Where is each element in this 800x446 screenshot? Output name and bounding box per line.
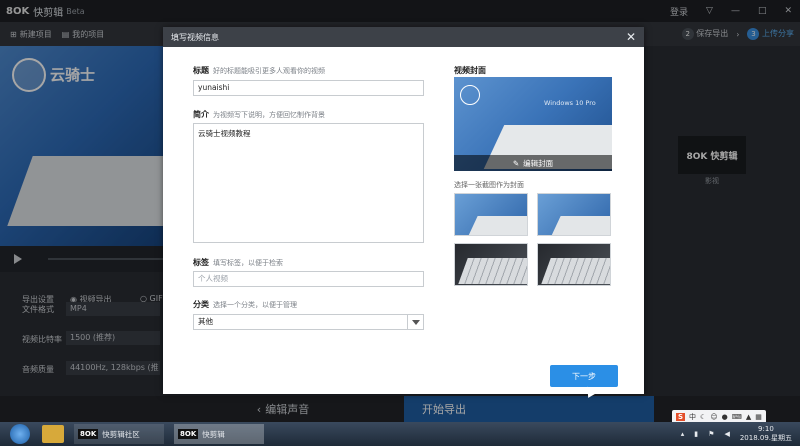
- cover-option-3[interactable]: [454, 243, 528, 286]
- taskbar-item-app[interactable]: 8OK 快剪辑: [174, 424, 264, 444]
- title-hint: 好的标题能吸引更多人观看你的视频: [213, 67, 325, 75]
- cover-option-keyboard: [458, 258, 527, 284]
- intro-hint: 为视频写下说明，方便回忆制作背景: [213, 111, 325, 119]
- file-explorer-icon[interactable]: [42, 425, 64, 443]
- intro-textarea[interactable]: 云骑士视频教程: [193, 123, 424, 243]
- tags-input[interactable]: 个人视频: [193, 271, 424, 287]
- tags-field-label: 标签 填写标签，以便于检索: [193, 257, 283, 268]
- category-label: 分类: [193, 300, 209, 309]
- sogou-logo-icon[interactable]: S: [676, 413, 686, 421]
- network-icon[interactable]: ▮: [694, 430, 698, 438]
- title-field-label: 标题 好的标题能吸引更多人观看你的视频: [193, 65, 325, 76]
- app-window: 8OK 快剪辑 Beta 登录 ▽ — □ ✕ ⊞ 新建项目 ▤ 我的项目 2 …: [0, 0, 800, 422]
- video-info-dialog: 填写视频信息 ✕ 标题 好的标题能吸引更多人观看你的视频 yunaishi 简介为…: [163, 27, 644, 394]
- cover-option-1[interactable]: [454, 193, 528, 236]
- pencil-icon: ✎: [512, 158, 520, 168]
- tags-hint: 填写标签，以便于检索: [213, 259, 283, 267]
- grid-icon[interactable]: ▦: [755, 413, 762, 421]
- ime-lang[interactable]: 中: [689, 412, 696, 422]
- cover-option-laptop: [551, 216, 610, 235]
- cover-option-2[interactable]: [537, 193, 611, 236]
- dialog-title-bar: 填写视频信息 ✕: [163, 27, 644, 47]
- app-logo-icon: 8OK: [78, 429, 99, 439]
- clock-date: 2018.09.星期五: [739, 434, 792, 442]
- cover-screen-text: Windows 10 Pro: [544, 99, 596, 107]
- cover-option-4[interactable]: [537, 243, 611, 286]
- volume-icon[interactable]: ◀: [724, 430, 729, 438]
- edit-cover-button[interactable]: ✎ 编辑封面: [454, 155, 612, 171]
- category-field-label: 分类 选择一个分类，以便于管理: [193, 299, 297, 310]
- start-button-icon[interactable]: [10, 424, 30, 444]
- chevron-up-icon[interactable]: ▴: [681, 430, 685, 438]
- moon-icon[interactable]: ☾: [700, 413, 706, 421]
- choose-cover-hint: 选择一张截图作为封面: [454, 181, 524, 189]
- title-input[interactable]: yunaishi: [193, 80, 424, 96]
- category-value: 其他: [198, 317, 213, 326]
- intro-field-label: 简介 为视频写下说明，方便回忆制作背景: [193, 109, 325, 120]
- cover-option-laptop: [468, 216, 527, 235]
- flag-icon[interactable]: ⚑: [708, 430, 714, 438]
- mic-icon[interactable]: ●: [722, 413, 728, 421]
- cover-title: 视频封面: [454, 66, 486, 75]
- close-icon[interactable]: ✕: [626, 30, 636, 44]
- system-tray: ▴ ▮ ⚑ ◀ 9:10 2018.09.星期五: [681, 422, 792, 446]
- cover-logo-icon: [460, 85, 480, 105]
- edit-cover-label: 编辑封面: [523, 158, 554, 168]
- category-select[interactable]: 其他: [193, 314, 424, 330]
- chevron-down-icon[interactable]: [407, 315, 423, 329]
- tags-label: 标签: [193, 258, 209, 267]
- keyboard-icon[interactable]: ⌨: [732, 413, 742, 421]
- cover-option-keyboard: [541, 258, 610, 284]
- app-logo-icon: 8OK: [178, 429, 199, 439]
- clock[interactable]: 9:10 2018.09.星期五: [740, 425, 792, 443]
- shirt-icon[interactable]: ▲: [746, 413, 751, 421]
- task-label: 快剪辑社区: [102, 429, 140, 439]
- intro-label: 简介: [193, 110, 209, 119]
- taskbar-item-community[interactable]: 8OK 快剪辑社区: [74, 424, 164, 444]
- clock-time: 9:10: [758, 425, 774, 433]
- next-button[interactable]: 下一步: [550, 365, 618, 387]
- category-hint: 选择一个分类，以便于管理: [213, 301, 297, 309]
- task-label: 快剪辑: [202, 429, 225, 439]
- cover-image[interactable]: Windows 10 Pro ✎ 编辑封面: [454, 77, 612, 171]
- title-label: 标题: [193, 66, 209, 75]
- dialog-title: 填写视频信息: [171, 32, 219, 42]
- smile-icon[interactable]: ☺: [710, 413, 717, 421]
- os-taskbar: 8OK 快剪辑社区 8OK 快剪辑 ▴ ▮ ⚑ ◀ 9:10 2018.09.星…: [0, 422, 800, 446]
